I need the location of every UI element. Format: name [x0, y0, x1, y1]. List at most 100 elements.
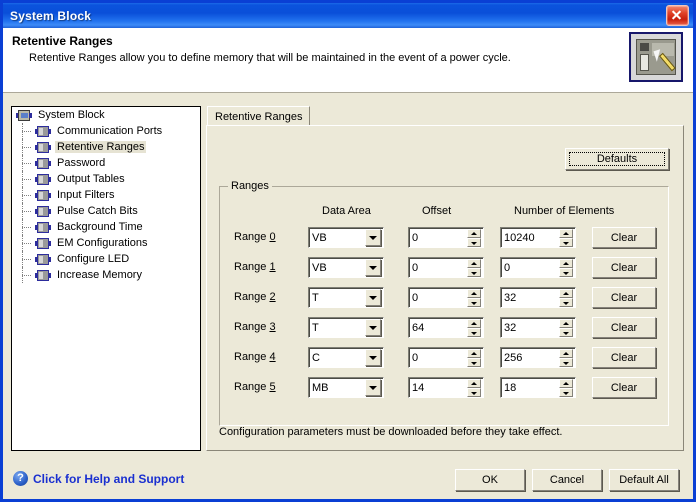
offset-stepper-range-4[interactable]: 0 — [408, 347, 484, 368]
table-row: Range 2 T 0 32 Clear — [220, 287, 668, 309]
row-label-range-2: Range 2 — [234, 291, 276, 303]
clear-button-range-3[interactable]: Clear — [592, 317, 656, 338]
column-header-number-of-elements: Number of Elements — [514, 205, 615, 217]
clear-button-range-1[interactable]: Clear — [592, 257, 656, 278]
spinner-buttons[interactable] — [467, 228, 481, 247]
sidebar-item-label: Background Time — [57, 221, 143, 233]
offset-stepper-range-2[interactable]: 0 — [408, 287, 484, 308]
sidebar-item-em-configurations[interactable]: EM Configurations — [12, 235, 200, 251]
spinner-down-icon — [559, 297, 573, 307]
spinner-down-icon — [559, 267, 573, 277]
navigation-tree[interactable]: System Block Communication Ports Retenti… — [11, 106, 201, 451]
data-area-select-range-0[interactable]: VB — [308, 227, 384, 248]
row-label-range-0: Range 0 — [234, 231, 276, 243]
ranges-group-label: Ranges — [228, 180, 272, 192]
page-description: Retentive Ranges allow you to define mem… — [29, 52, 511, 64]
defaults-button[interactable]: Defaults — [565, 148, 669, 170]
plc-module-icon — [35, 205, 51, 218]
system-block-icon — [16, 109, 32, 122]
spinner-buttons[interactable] — [559, 348, 573, 367]
retentive-ranges-panel: Retentive Ranges Defaults Ranges Data Ar… — [206, 106, 684, 451]
clear-button-range-5[interactable]: Clear — [592, 377, 656, 398]
elements-value: 32 — [504, 291, 517, 304]
elements-value: 10240 — [504, 231, 535, 244]
close-icon[interactable] — [666, 5, 689, 26]
sidebar-item-label: Retentive Ranges — [55, 141, 147, 153]
default-all-button[interactable]: Default All — [609, 469, 679, 491]
sidebar-item-password[interactable]: Password — [12, 155, 200, 171]
data-area-select-range-4[interactable]: C — [308, 347, 384, 368]
spinner-buttons[interactable] — [559, 228, 573, 247]
ranges-groupbox: Ranges Data Area Offset Number of Elemen… — [219, 180, 669, 426]
plc-module-icon — [35, 237, 51, 250]
data-area-value: T — [312, 321, 319, 334]
chevron-down-icon[interactable] — [365, 379, 381, 396]
data-area-select-range-2[interactable]: T — [308, 287, 384, 308]
spinner-buttons[interactable] — [559, 318, 573, 337]
elements-stepper-range-5[interactable]: 18 — [500, 377, 576, 398]
cancel-button[interactable]: Cancel — [532, 469, 602, 491]
chevron-down-icon[interactable] — [365, 319, 381, 336]
sidebar-item-communication-ports[interactable]: Communication Ports — [12, 123, 200, 139]
table-row: Range 0 VB 0 10240 Clear — [220, 227, 668, 249]
spinner-buttons[interactable] — [559, 378, 573, 397]
plc-port-block — [640, 54, 649, 71]
spinner-buttons[interactable] — [467, 288, 481, 307]
elements-stepper-range-1[interactable]: 0 — [500, 257, 576, 278]
spinner-buttons[interactable] — [467, 258, 481, 277]
spinner-down-icon — [467, 297, 481, 307]
defaults-button-label: Defaults — [596, 153, 638, 165]
clear-button-label: Clear — [610, 381, 638, 394]
elements-stepper-range-2[interactable]: 32 — [500, 287, 576, 308]
tab-retentive-ranges[interactable]: Retentive Ranges — [207, 106, 311, 126]
column-header-data-area: Data Area — [322, 205, 371, 217]
offset-stepper-range-0[interactable]: 0 — [408, 227, 484, 248]
sidebar-item-retentive-ranges[interactable]: Retentive Ranges — [12, 139, 200, 155]
elements-stepper-range-0[interactable]: 10240 — [500, 227, 576, 248]
spinner-down-icon — [467, 387, 481, 397]
row-label-range-3: Range 3 — [234, 321, 276, 333]
elements-stepper-range-4[interactable]: 256 — [500, 347, 576, 368]
spinner-up-icon — [559, 258, 573, 268]
spinner-down-icon — [559, 237, 573, 247]
sidebar-item-output-tables[interactable]: Output Tables — [12, 171, 200, 187]
spinner-buttons[interactable] — [467, 378, 481, 397]
data-area-select-range-5[interactable]: MB — [308, 377, 384, 398]
offset-stepper-range-3[interactable]: 64 — [408, 317, 484, 338]
sidebar-item-input-filters[interactable]: Input Filters — [12, 187, 200, 203]
spinner-down-icon — [467, 237, 481, 247]
spinner-buttons[interactable] — [559, 288, 573, 307]
clear-button-range-4[interactable]: Clear — [592, 347, 656, 368]
system-block-dialog: System Block Retentive Ranges Retentive … — [0, 0, 696, 502]
spinner-down-icon — [559, 357, 573, 367]
chevron-down-icon[interactable] — [365, 259, 381, 276]
data-area-select-range-3[interactable]: T — [308, 317, 384, 338]
clear-button-label: Clear — [610, 351, 638, 364]
elements-value: 32 — [504, 321, 517, 334]
spinner-up-icon — [467, 288, 481, 298]
sidebar-item-label: Configure LED — [57, 253, 130, 265]
chevron-down-icon[interactable] — [365, 229, 381, 246]
spinner-buttons[interactable] — [467, 318, 481, 337]
clear-button-range-2[interactable]: Clear — [592, 287, 656, 308]
elements-stepper-range-3[interactable]: 32 — [500, 317, 576, 338]
sidebar-item-label: Password — [57, 157, 106, 169]
offset-stepper-range-5[interactable]: 14 — [408, 377, 484, 398]
tree-root-label: System Block — [38, 109, 105, 121]
spinner-buttons[interactable] — [467, 348, 481, 367]
chevron-down-icon[interactable] — [365, 349, 381, 366]
data-area-select-range-1[interactable]: VB — [308, 257, 384, 278]
sidebar-item-background-time[interactable]: Background Time — [12, 219, 200, 235]
chevron-down-icon[interactable] — [365, 289, 381, 306]
plc-module-icon — [35, 269, 51, 282]
table-row: Range 4 C 0 256 Clear — [220, 347, 668, 369]
sidebar-item-pulse-catch-bits[interactable]: Pulse Catch Bits — [12, 203, 200, 219]
sidebar-item-increase-memory[interactable]: Increase Memory — [12, 267, 200, 283]
ok-button[interactable]: OK — [455, 469, 525, 491]
spinner-buttons[interactable] — [559, 258, 573, 277]
help-and-support-link[interactable]: ? Click for Help and Support — [13, 471, 184, 486]
sidebar-item-configure-led[interactable]: Configure LED — [12, 251, 200, 267]
tree-root-system-block[interactable]: System Block — [12, 107, 200, 123]
offset-stepper-range-1[interactable]: 0 — [408, 257, 484, 278]
clear-button-range-0[interactable]: Clear — [592, 227, 656, 248]
